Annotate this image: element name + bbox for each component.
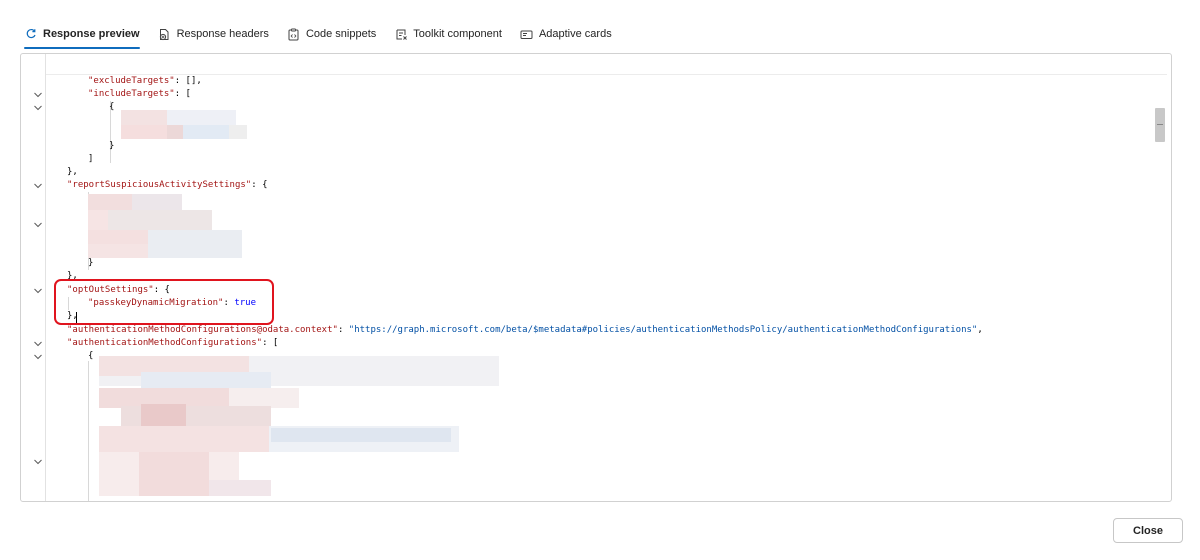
- response-headers-icon: [158, 27, 172, 41]
- highlight-box: [54, 279, 274, 325]
- response-tabs: Response preview Response headers Code s…: [22, 24, 628, 49]
- code-line: "excludeTargets": [],: [88, 76, 202, 86]
- tab-label: Code snippets: [305, 28, 377, 40]
- code-line: }: [109, 141, 115, 151]
- tab-label: Toolkit component: [413, 28, 502, 40]
- tab-response-preview[interactable]: Response preview: [22, 24, 142, 49]
- code-line: {: [88, 351, 94, 361]
- code-snippets-icon: [287, 27, 301, 41]
- tab-label: Response headers: [176, 28, 269, 40]
- json-code: "excludeTargets": [], "includeTargets": …: [21, 54, 1171, 501]
- json-response-editor[interactable]: "excludeTargets": [], "includeTargets": …: [20, 53, 1172, 502]
- tab-code-snippets[interactable]: Code snippets: [285, 24, 378, 44]
- code-line: "includeTargets": [: [88, 89, 191, 99]
- response-preview-icon: [24, 27, 38, 41]
- code-line: "authenticationMethodConfigurations": [: [67, 338, 279, 348]
- tab-toolkit-component[interactable]: Toolkit component: [392, 24, 504, 44]
- code-line: }: [88, 258, 94, 268]
- code-line: ]: [88, 154, 94, 164]
- tab-response-headers[interactable]: Response headers: [156, 24, 271, 44]
- toolkit-component-icon: [394, 27, 408, 41]
- text-cursor: [76, 312, 77, 323]
- close-button[interactable]: Close: [1113, 518, 1183, 543]
- code-line: },: [67, 167, 78, 177]
- tab-adaptive-cards[interactable]: Adaptive cards: [518, 24, 614, 44]
- tab-label: Adaptive cards: [538, 28, 612, 40]
- tab-label: Response preview: [43, 28, 140, 40]
- vertical-scrollbar[interactable]: [1155, 108, 1165, 142]
- code-line: "reportSuspiciousActivitySettings": {: [67, 180, 268, 190]
- code-line: {: [109, 102, 115, 112]
- code-line: "authenticationMethodConfigurations@odat…: [67, 325, 983, 335]
- adaptive-cards-icon: [520, 27, 534, 41]
